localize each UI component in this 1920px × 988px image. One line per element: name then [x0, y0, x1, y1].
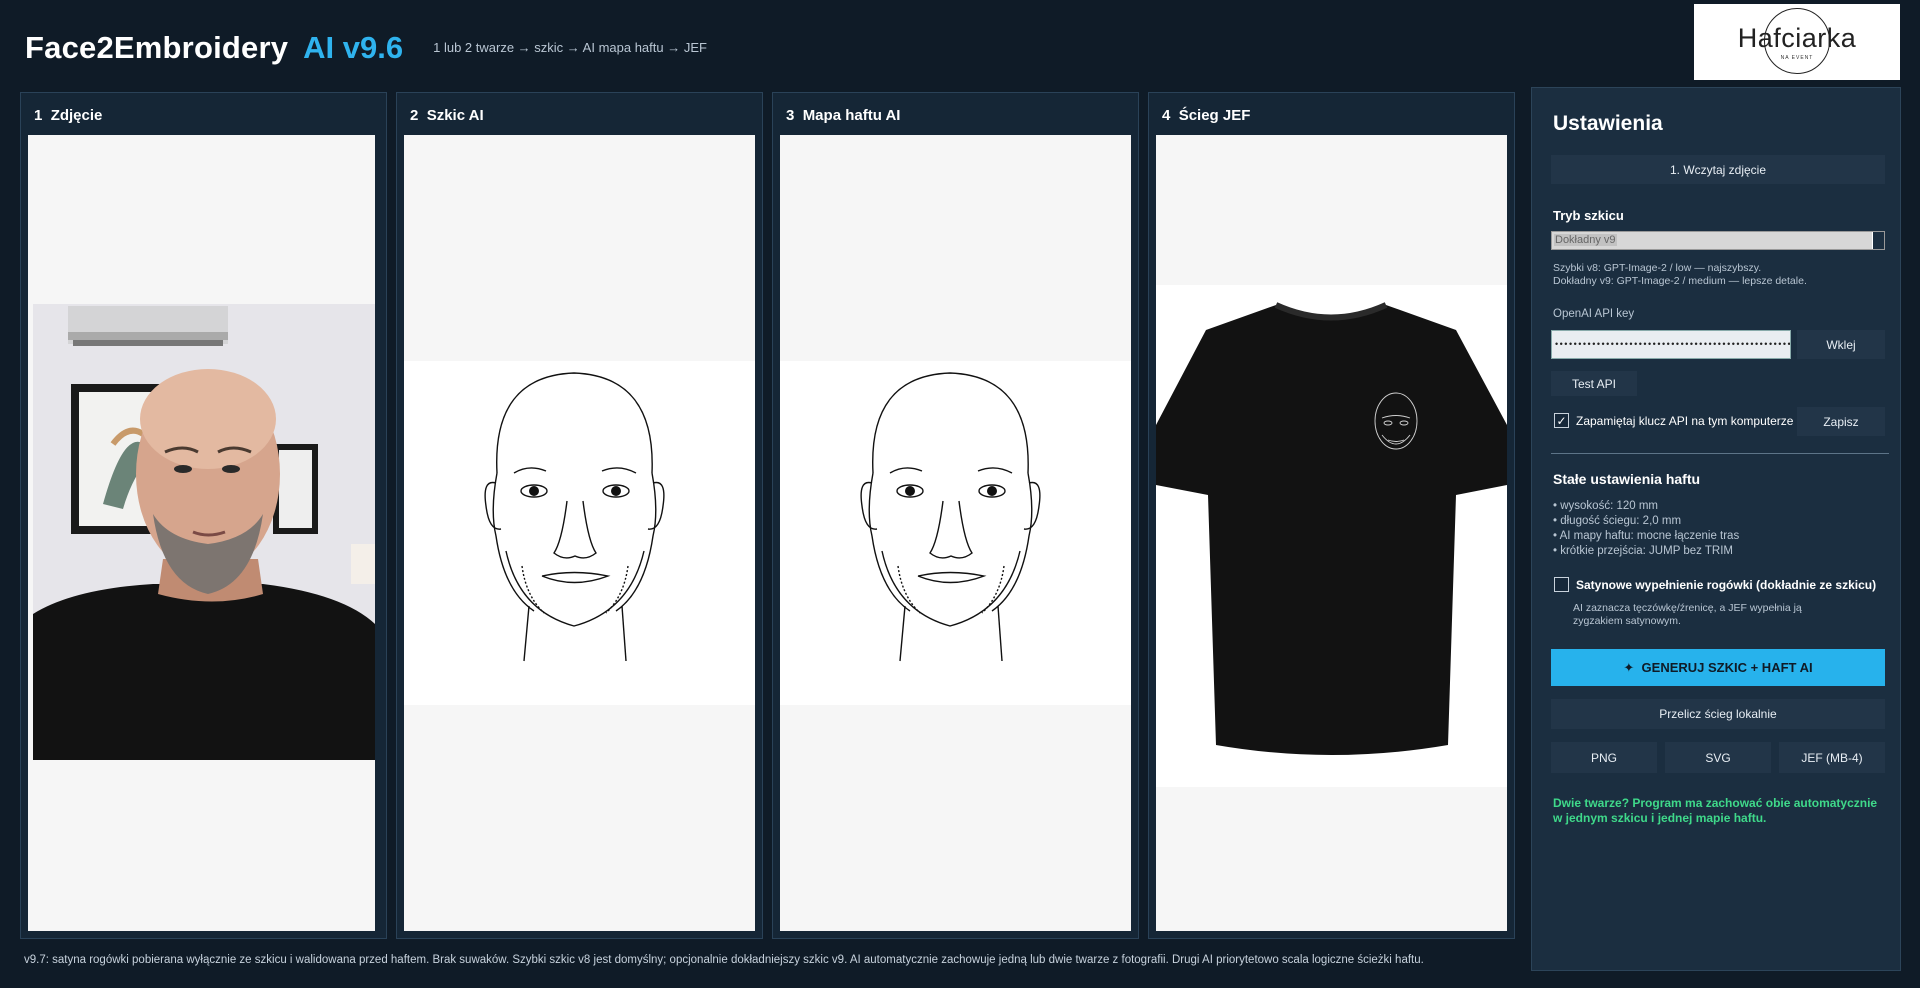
- footer-status: v9.7: satyna rogówki pobierana wyłącznie…: [24, 954, 1424, 966]
- test-api-button[interactable]: Test API: [1551, 371, 1637, 396]
- sketch-mode-label: Tryb szkicu: [1553, 208, 1624, 223]
- tshirt-preview: [1156, 285, 1507, 787]
- generate-button[interactable]: ✦ GENERUJ SZKIC + HAFT AI: [1551, 649, 1885, 686]
- panel-title: 1 Zdjęcie: [34, 107, 103, 124]
- sketch-mode-select[interactable]: Dokładny v9: [1551, 231, 1885, 250]
- recalc-stitch-button[interactable]: Przelicz ścieg lokalnie: [1551, 699, 1885, 729]
- paste-button[interactable]: Wklej: [1797, 330, 1885, 359]
- mode-help-2: Dokładny v9: GPT-Image-2 / medium — leps…: [1553, 275, 1807, 287]
- satin-fill-checkbox[interactable]: [1554, 577, 1569, 592]
- tshirt-mockup: [1156, 302, 1507, 755]
- export-svg-button[interactable]: SVG: [1665, 742, 1771, 773]
- face-sketch-drawing: [484, 372, 665, 662]
- panel-title: 4 Ścieg JEF: [1162, 107, 1251, 124]
- remember-key-checkbox[interactable]: ✓: [1554, 413, 1569, 428]
- jef-canvas: [1156, 135, 1507, 931]
- load-photo-button[interactable]: 1. Wczytaj zdjęcie: [1551, 155, 1885, 184]
- satin-help-2: zygzakiem satynowym.: [1573, 615, 1681, 627]
- bullet-height: • wysokość: 120 mm: [1553, 500, 1658, 512]
- fixed-settings-title: Stałe ustawienia haftu: [1553, 471, 1701, 487]
- satin-fill-label: Satynowe wypełnienie rogówki (dokładnie …: [1576, 578, 1877, 592]
- app-title: Face2Embroidery: [25, 30, 289, 65]
- app-header: Face2Embroidery AI v9.6 1 lub 2 twarze →…: [25, 30, 707, 66]
- map-canvas: [780, 135, 1131, 931]
- brand-logo: Hafciarka NA EVENT: [1694, 4, 1900, 80]
- check-icon: ✓: [1556, 413, 1567, 428]
- note-line-1: Dwie twarze? Program ma zachować obie au…: [1553, 796, 1878, 810]
- bullet-ai-map: • AI mapy haftu: mocne łączenie tras: [1553, 530, 1740, 542]
- logo-subtext: NA EVENT: [1780, 55, 1814, 61]
- sketch-image: [404, 361, 755, 705]
- bullet-short-jumps: • krótkie przejścia: JUMP bez TRIM: [1553, 545, 1733, 557]
- bullet-stitch-length: • długość ściegu: 2,0 mm: [1553, 515, 1682, 527]
- embroidery-map-drawing: [860, 372, 1041, 662]
- panel-embroidery-map: 3 Mapa haftu AI: [772, 92, 1139, 939]
- api-key-label: OpenAI API key: [1553, 308, 1635, 320]
- app-version: AI v9.6: [303, 30, 404, 65]
- save-key-button[interactable]: Zapisz: [1797, 407, 1885, 436]
- panel-sketch: 2 Szkic AI: [396, 92, 763, 939]
- map-image: [780, 361, 1131, 705]
- api-key-input[interactable]: ••••••••••••••••••••••••••••••••••••••••…: [1551, 330, 1791, 359]
- panel-photo: 1 Zdjęcie: [20, 92, 387, 939]
- generate-button-label: GENERUJ SZKIC + HAFT AI: [1641, 660, 1813, 675]
- sparkle-icon: ✦: [1623, 659, 1635, 675]
- sketch-canvas: [404, 135, 755, 931]
- export-png-button[interactable]: PNG: [1551, 742, 1657, 773]
- source-photo: [33, 304, 375, 760]
- note-line-2: w jednym szkicu i jednej mapie haftu.: [1553, 811, 1767, 825]
- photo-canvas: [28, 135, 375, 931]
- panel-title: 2 Szkic AI: [410, 107, 484, 124]
- settings-title: Ustawienia: [1553, 112, 1663, 135]
- api-key-value: ••••••••••••••••••••••••••••••••••••••••…: [1555, 339, 1790, 349]
- two-faces-note: Dwie twarze? Program ma zachować obie au…: [1553, 796, 1877, 826]
- settings-panel: Ustawienia 1. Wczytaj zdjęcie Tryb szkic…: [1531, 87, 1901, 971]
- app-subtitle: 1 lub 2 twarze → szkic → AI mapa haftu →…: [433, 40, 707, 55]
- logo-text: Hafciarka: [1737, 22, 1857, 53]
- mode-help-1: Szybki v8: GPT-Image-2 / low — najszybsz…: [1553, 262, 1762, 274]
- panel-jef-stitch: 4 Ścieg JEF: [1148, 92, 1515, 939]
- panel-title: 3 Mapa haftu AI: [786, 107, 901, 124]
- chevron-down-icon[interactable]: [1872, 232, 1884, 249]
- export-jef-button[interactable]: JEF (MB-4): [1779, 742, 1885, 773]
- remember-key-label: Zapamiętaj klucz API na tym komputerze: [1576, 414, 1794, 428]
- satin-help-1: AI zaznacza tęczówkę/źrenicę, a JEF wype…: [1573, 602, 1802, 614]
- sketch-mode-value: Dokładny v9: [1554, 234, 1617, 246]
- settings-divider: [1551, 453, 1889, 454]
